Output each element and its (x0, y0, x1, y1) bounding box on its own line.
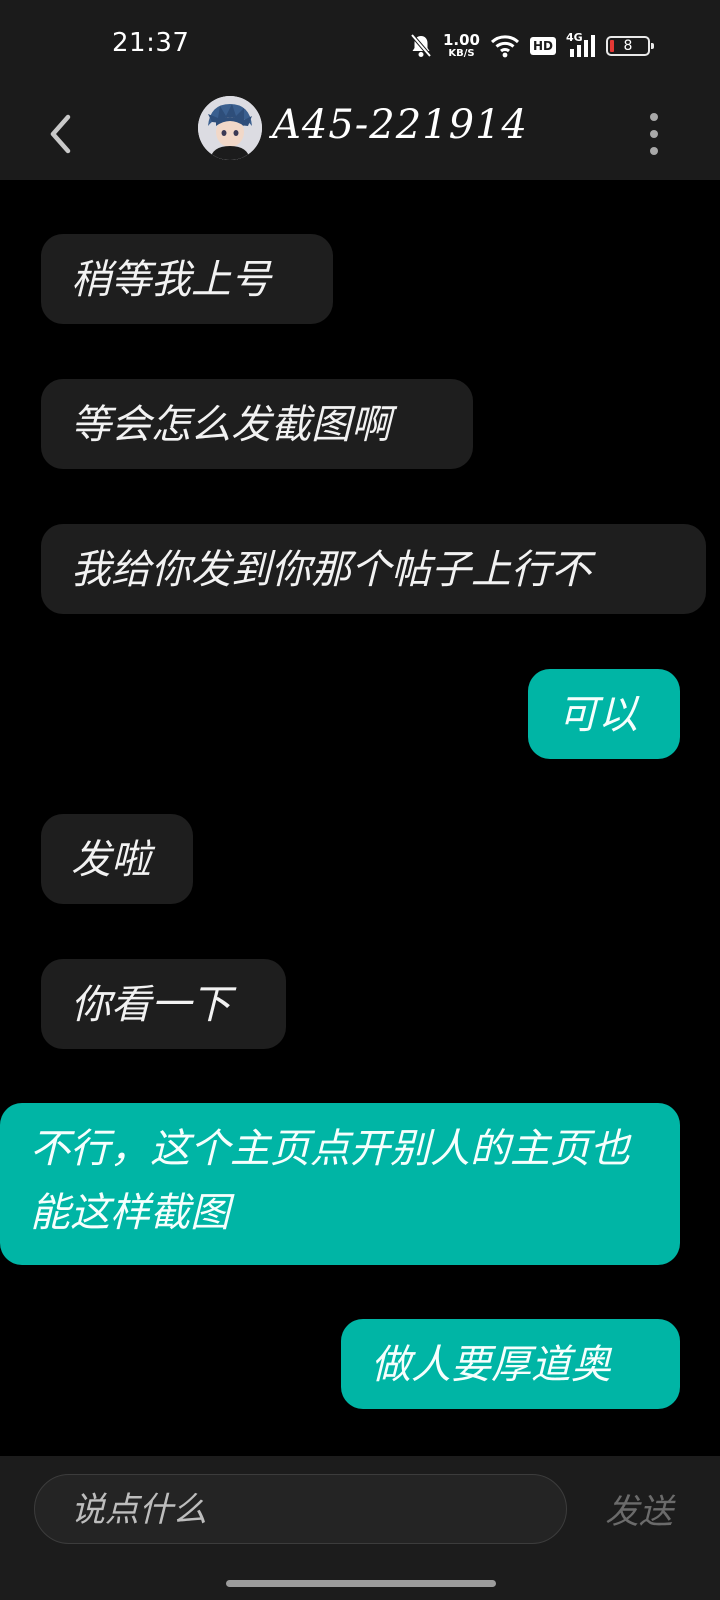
send-button[interactable]: 发送 (605, 1484, 673, 1533)
more-options-button[interactable] (642, 110, 666, 158)
message-text: 做人要厚道奥 (371, 1342, 611, 1388)
avatar-image (198, 96, 262, 160)
message-received[interactable]: 我给你发到你那个帖子上行不 (41, 524, 706, 614)
battery-icon: 8 (606, 36, 654, 56)
message-received[interactable]: 等会怎么发截图啊 (41, 379, 473, 469)
status-bar: 21:37 1.00 KB/S HD 4G 8 (0, 0, 720, 92)
message-received[interactable]: 发啦 (41, 814, 193, 904)
message-text: 你看一下 (71, 982, 231, 1028)
message-input-wrapper[interactable] (34, 1474, 567, 1545)
message-text: 不行，这个主页点开别人的主页也能这样截图 (30, 1126, 630, 1236)
message-sent[interactable]: 做人要厚道奥 (341, 1319, 680, 1409)
chat-title[interactable]: A45-221914 (272, 102, 528, 148)
chat-header: A45-221914 (0, 92, 720, 180)
vertical-dots-icon (650, 113, 658, 121)
avatar[interactable] (198, 96, 262, 160)
signal-icon: 4G (566, 31, 596, 59)
message-text: 发啦 (71, 837, 151, 883)
status-icons: 1.00 KB/S HD 4G 8 (409, 30, 654, 62)
message-sent[interactable]: 可以 (528, 669, 680, 759)
network-speed: 1.00 KB/S (443, 33, 480, 59)
mute-bell-icon (409, 33, 433, 59)
message-input[interactable] (69, 1475, 533, 1545)
wifi-icon (490, 34, 520, 58)
status-time: 21:37 (112, 28, 190, 58)
back-button[interactable] (40, 106, 80, 162)
input-bar: 发送 (0, 1456, 720, 1600)
network-speed-value: 1.00 (442, 31, 480, 49)
home-indicator[interactable] (226, 1580, 496, 1587)
message-text: 我给你发到你那个帖子上行不 (71, 547, 591, 593)
network-speed-unit: KB/S (448, 48, 475, 59)
message-sent[interactable]: 不行，这个主页点开别人的主页也能这样截图 (0, 1103, 680, 1265)
message-received[interactable]: 稍等我上号 (41, 234, 333, 324)
message-text: 等会怎么发截图啊 (71, 402, 391, 448)
chevron-left-icon (50, 114, 71, 154)
message-text: 稍等我上号 (71, 257, 271, 303)
message-text: 可以 (558, 692, 638, 738)
network-type-label: 4G (566, 31, 583, 44)
message-received[interactable]: 你看一下 (41, 959, 286, 1049)
battery-level: 8 (623, 38, 633, 54)
hd-icon: HD (529, 37, 556, 55)
